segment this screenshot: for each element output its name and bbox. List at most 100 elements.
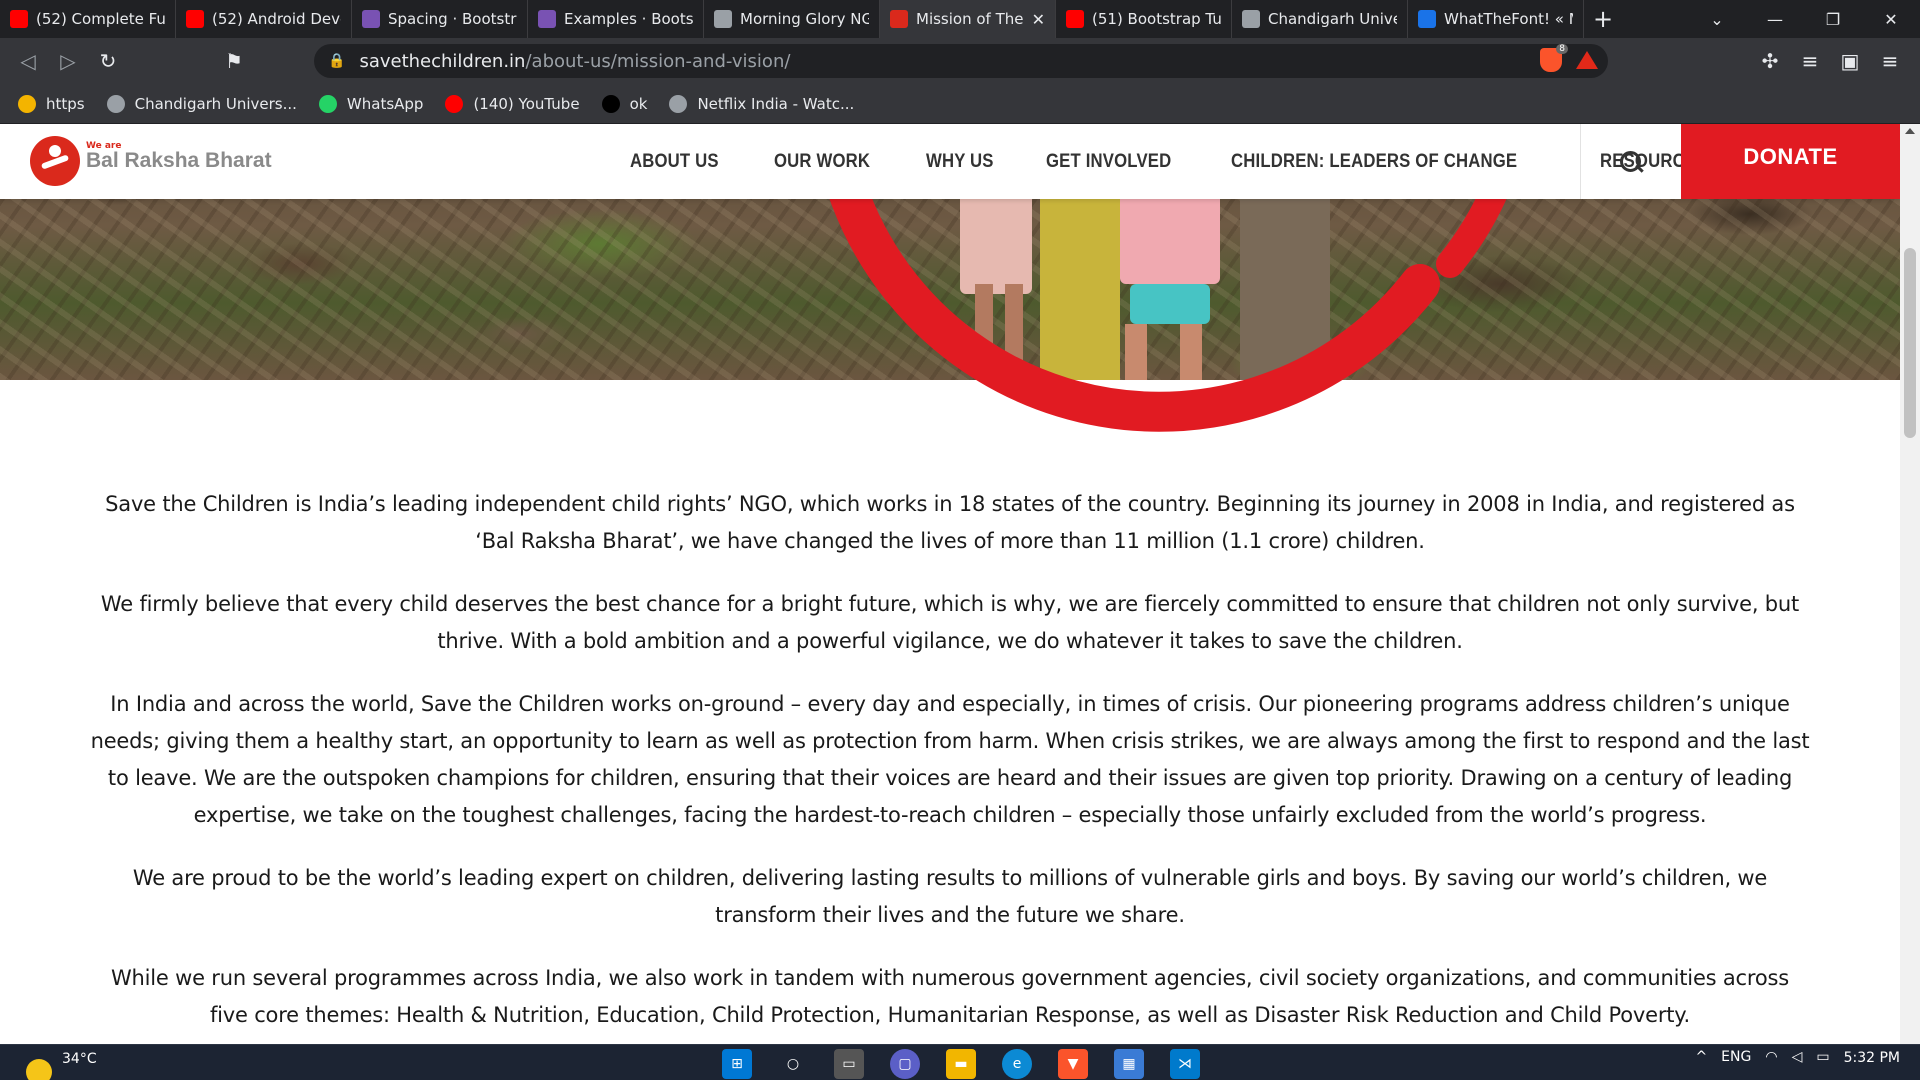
pencil-icon — [18, 94, 36, 113]
browser-tab[interactable]: Examples · Bootstra — [528, 0, 704, 38]
battery-icon[interactable]: ▭ — [1816, 1049, 1829, 1065]
bookmark-item[interactable]: Chandigarh Univers... — [106, 94, 297, 113]
menu-icon[interactable]: ≡ — [1870, 41, 1910, 81]
tray-chevron-icon[interactable]: ^ — [1695, 1049, 1707, 1065]
nav-item[interactable]: GET INVOLVED — [1046, 151, 1171, 173]
brave-shield-icon[interactable]: 8 — [1540, 44, 1568, 72]
reload-icon[interactable]: ↻ — [88, 41, 128, 81]
tab-list: (52) Complete Full S (52) Android Develo S… — [0, 0, 1584, 38]
wifi-icon[interactable]: ◠ — [1765, 1049, 1777, 1065]
scrollbar-thumb[interactable] — [1904, 248, 1916, 438]
temperature: 34°C — [62, 1051, 97, 1067]
close-tab-icon[interactable]: ✕ — [1032, 10, 1045, 29]
search-icon — [1619, 150, 1642, 173]
clock-time: 5:32 PM — [1843, 1050, 1900, 1066]
back-icon[interactable]: ◁ — [8, 41, 48, 81]
bookmark-label: https — [46, 94, 85, 113]
logo-small-text: We are — [86, 141, 122, 151]
tab-title: (52) Complete Full S — [36, 10, 165, 28]
bookmark-item[interactable]: Netflix India - Watc... — [669, 94, 854, 113]
bookmark-icon[interactable]: ⚑ — [214, 41, 254, 81]
browser-tab[interactable]: Morning Glory NGO — [704, 0, 880, 38]
search-taskbar-icon[interactable]: ○ — [778, 1049, 808, 1079]
youtube-icon — [10, 10, 28, 28]
brave-icon[interactable]: ▼ — [1058, 1049, 1088, 1079]
browser-tab[interactable]: WhatTheFont! « My — [1408, 0, 1584, 38]
site-logo[interactable]: We are Bal Raksha Bharat — [30, 136, 272, 186]
close-window-icon[interactable]: ✕ — [1862, 0, 1920, 38]
whatsapp-icon — [318, 94, 337, 113]
browser-tab[interactable]: Spacing · Bootstrap — [352, 0, 528, 38]
weather-widget[interactable]: 34°C — [26, 1051, 97, 1080]
globe-icon — [714, 10, 732, 28]
mission-paragraph: Save the Children is India’s leading ind… — [105, 492, 1795, 553]
savethechildren-icon — [890, 10, 908, 28]
browser-tab[interactable]: Mission of The ✕ — [880, 0, 1056, 38]
shield-count: 8 — [1556, 44, 1568, 54]
url-host: savethechildren.in — [359, 50, 526, 72]
wallet-icon[interactable]: ▣ — [1830, 41, 1870, 81]
save-the-children-logo-icon — [30, 136, 80, 186]
task-view-icon[interactable]: ▭ — [834, 1049, 864, 1079]
windows-taskbar: 34°C ⊞ ○ ▭ ▢ ▬ e ▼ ▦ ⋊ ^ ENG ◠ ◁ ▭ 5:32 … — [0, 1044, 1920, 1080]
edge-icon[interactable]: e — [1002, 1049, 1032, 1079]
minimize-icon[interactable]: — — [1746, 0, 1804, 38]
teams-chat-icon[interactable]: ▢ — [890, 1049, 920, 1079]
site-header: We are Bal Raksha Bharat ABOUT US OUR WOR… — [0, 124, 1900, 199]
window-controls: ⌄ — ❐ ✕ — [1688, 0, 1920, 38]
bookmark-item[interactable]: WhatsApp — [318, 94, 423, 113]
bookmark-item[interactable]: ok — [601, 94, 648, 113]
nav-item[interactable]: WHY US — [926, 151, 994, 173]
web-page: We are Bal Raksha Bharat ABOUT US OUR WOR… — [0, 124, 1900, 1044]
volume-icon[interactable]: ◁ — [1792, 1049, 1803, 1065]
vscode-icon[interactable]: ⋊ — [1170, 1049, 1200, 1079]
myfonts-icon — [1418, 10, 1436, 28]
store-icon[interactable]: ▦ — [1114, 1049, 1144, 1079]
restore-icon[interactable]: ❐ — [1804, 0, 1862, 38]
globe-icon — [1242, 10, 1260, 28]
site-search-button[interactable] — [1580, 124, 1680, 199]
bookmark-label: (140) YouTube — [473, 94, 580, 113]
tab-strip: (52) Complete Full S (52) Android Develo S… — [0, 0, 1920, 38]
browser-tab[interactable]: Chandigarh Univers — [1232, 0, 1408, 38]
globe-icon — [106, 94, 125, 113]
bootstrap-icon — [538, 10, 556, 28]
mission-content: Save the Children is India’s leading ind… — [90, 486, 1810, 1044]
tv-icon — [601, 94, 620, 113]
extensions-icon[interactable]: ✣ — [1750, 41, 1790, 81]
donate-button[interactable]: DONATE — [1681, 124, 1900, 199]
tab-title: Morning Glory NGO — [740, 10, 869, 28]
mission-paragraph: We firmly believe that every child deser… — [100, 592, 1800, 653]
nav-item[interactable]: ABOUT US — [630, 151, 719, 173]
clock[interactable]: 5:32 PM — [1844, 1049, 1900, 1067]
bootstrap-icon — [362, 10, 380, 28]
page-scrollbar[interactable] — [1900, 124, 1920, 1044]
browser-toolbar: ◁ ▷ ↻ ⚑ 🔒 savethechildren.in /about-us/m… — [0, 38, 1920, 84]
tab-title: WhatTheFont! « My — [1444, 10, 1573, 28]
new-tab-button[interactable]: + — [1584, 0, 1622, 38]
language-indicator[interactable]: ENG — [1721, 1049, 1751, 1065]
browser-tab[interactable]: (51) Bootstrap Tuto — [1056, 0, 1232, 38]
file-explorer-icon[interactable]: ▬ — [946, 1049, 976, 1079]
scroll-up-icon[interactable] — [1905, 128, 1915, 134]
logo-text: We are Bal Raksha Bharat — [86, 141, 272, 173]
tab-search-icon[interactable]: ⌄ — [1688, 0, 1746, 38]
tab-title: (51) Bootstrap Tuto — [1092, 10, 1221, 28]
bookmark-item[interactable]: (140) YouTube — [445, 94, 580, 113]
playlist-icon[interactable]: ≡ — [1790, 41, 1830, 81]
forward-icon[interactable]: ▷ — [48, 41, 88, 81]
url-path: /about-us/mission-and-vision/ — [525, 50, 791, 72]
youtube-icon — [1066, 10, 1084, 28]
nav-item[interactable]: CHILDREN: LEADERS OF CHANGE — [1231, 151, 1517, 173]
bookmark-label: ok — [629, 94, 648, 113]
browser-tab[interactable]: (52) Android Develo — [176, 0, 352, 38]
bookmark-item[interactable]: https — [18, 94, 85, 113]
mission-paragraph: While we run several programmes across I… — [110, 966, 1789, 1027]
tab-title: Spacing · Bootstrap — [388, 10, 517, 28]
brave-rewards-icon[interactable] — [1576, 51, 1598, 69]
nav-item[interactable]: OUR WORK — [774, 151, 870, 173]
address-bar[interactable]: 🔒 savethechildren.in /about-us/mission-a… — [314, 44, 1608, 78]
browser-tab[interactable]: (52) Complete Full S — [0, 0, 176, 38]
start-icon[interactable]: ⊞ — [722, 1049, 752, 1079]
tab-title: Mission of The — [916, 10, 1024, 28]
